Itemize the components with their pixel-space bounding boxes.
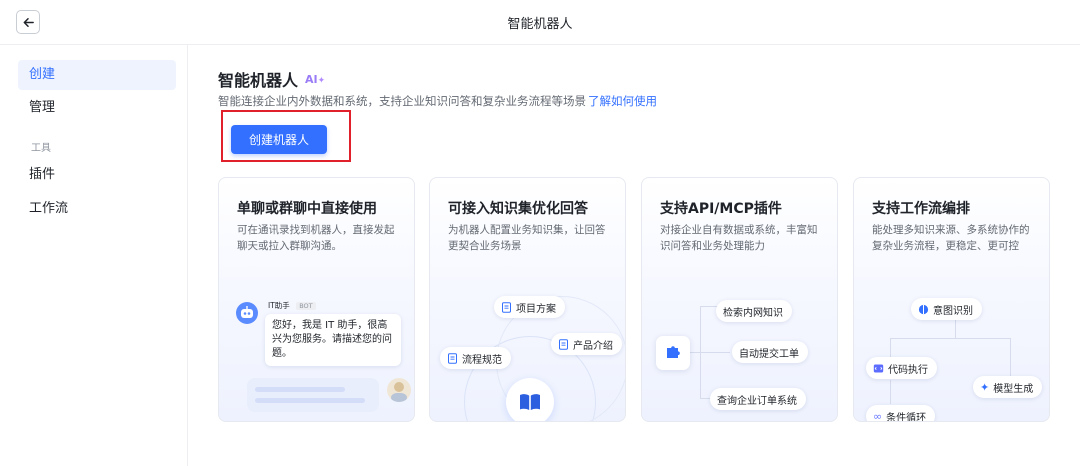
window-title: 智能机器人 [507, 17, 573, 32]
sparkle-icon: ✦ [317, 75, 326, 86]
card-title: 可接入知识集优化回答 [448, 201, 588, 217]
user-avatar [387, 378, 411, 402]
sidebar-section-tools: 工具 [31, 143, 51, 154]
feature-card-knowledge: 可接入知识集优化回答 为机器人配置业务知识集，让回答更契合业务场景 项目方案 产… [429, 177, 626, 422]
puzzle-icon [667, 346, 680, 358]
connector-line [890, 338, 1010, 339]
chip-label: 项目方案 [516, 303, 556, 315]
chip-model-gen: ✦ 模型生成 [973, 376, 1043, 398]
book-icon [520, 394, 540, 410]
knowledge-hub [506, 378, 554, 421]
sidebar-item-plugins[interactable]: 插件 [18, 160, 176, 190]
document-icon [448, 352, 457, 364]
feature-card-plugin: 支持API/MCP插件 对接企业自有数据或系统，丰富知识问答和业务处理能力 检索… [641, 177, 838, 422]
placeholder-bar [255, 387, 345, 392]
page-title-row: 智能机器人 AI✦ [218, 67, 325, 91]
sidebar-item-workflow[interactable]: 工作流 [18, 194, 176, 224]
chip-label: 检索内网知识 [723, 307, 783, 319]
card-title: 单聊或群聊中直接使用 [237, 201, 377, 217]
chip-process-spec: 流程规范 [440, 347, 511, 369]
description-text: 智能连接企业内外数据和系统，支持企业知识问答和复杂业务流程等场景 [218, 94, 586, 108]
chip-label: 代码执行 [888, 364, 928, 376]
learn-how-link[interactable]: 了解如何使用 [588, 94, 657, 108]
feature-card-workflow: 支持工作流编排 能处理多知识来源、多系统协作的复杂业务流程，更稳定、更可控 意图… [853, 177, 1050, 422]
connector-line [690, 352, 730, 353]
chip-project-plan: 项目方案 [494, 296, 565, 318]
connector-line [890, 380, 891, 404]
chip-product-intro: 产品介绍 [551, 333, 622, 355]
code-icon [873, 364, 884, 372]
chip-label: 模型生成 [993, 383, 1034, 395]
card-description: 可在通讯录找到机器人，直接发起聊天或拉入群聊沟通。 [237, 224, 395, 252]
sparkle-icon: ✦ [980, 380, 990, 394]
sidebar: 创建 管理 工具 插件 工作流 [0, 45, 188, 466]
card-description: 对接企业自有数据或系统，丰富知识问答和业务处理能力 [660, 224, 818, 252]
connector-line [955, 318, 956, 338]
chat-input-mock [247, 378, 379, 412]
chip-label: 意图识别 [933, 305, 973, 317]
top-bar: 智能机器人 [0, 0, 1080, 45]
intent-icon [918, 304, 929, 314]
chip-condition-loop: ∞ 条件循环 [866, 405, 936, 422]
chip-label: 流程规范 [462, 354, 502, 366]
main-content: 智能机器人 AI✦ 智能连接企业内外数据和系统，支持企业知识问答和复杂业务流程等… [188, 45, 1080, 466]
sidebar-item-create[interactable]: 创建 [18, 60, 176, 90]
bot-name-text: IT助手 [268, 301, 290, 310]
document-icon [559, 338, 568, 350]
card-title: 支持API/MCP插件 [660, 201, 782, 217]
create-robot-button[interactable]: 创建机器人 [231, 125, 327, 154]
bot-tag: BOT [296, 302, 316, 310]
robot-icon [241, 306, 253, 318]
card-description: 为机器人配置业务知识集，让回答更契合业务场景 [448, 224, 606, 252]
bot-name: IT助手 BOT [268, 300, 316, 311]
placeholder-bar [255, 398, 365, 403]
chip-label: 产品介绍 [573, 340, 613, 352]
chip-label: 条件循环 [886, 412, 927, 422]
bot-message-bubble: 您好，我是 IT 助手，很高兴为您服务。请描述您的问题。 [265, 314, 401, 366]
chip-code-exec: 代码执行 [866, 357, 937, 379]
chip-search-intranet: 检索内网知识 [716, 300, 792, 322]
chip-intent-recognition: 意图识别 [911, 298, 982, 320]
feature-card-chat: 单聊或群聊中直接使用 可在通讯录找到机器人，直接发起聊天或拉入群聊沟通。 IT助… [218, 177, 415, 422]
plugin-hub [656, 336, 690, 370]
chip-auto-ticket: 自动提交工单 [732, 341, 808, 363]
sidebar-item-manage[interactable]: 管理 [18, 93, 176, 123]
user-icon [391, 382, 407, 402]
connector-line [1010, 338, 1011, 376]
page-description: 智能连接企业内外数据和系统，支持企业知识问答和复杂业务流程等场景 了解如何使用 [218, 93, 657, 109]
document-icon [502, 301, 511, 313]
loop-icon: ∞ [873, 409, 883, 422]
page-title: 智能机器人 [218, 71, 299, 90]
ai-badge-text: AI [305, 72, 318, 86]
card-description: 能处理多知识来源、多系统协作的复杂业务流程，更稳定、更可控 [872, 224, 1030, 252]
chip-label: 查询企业订单系统 [717, 395, 797, 407]
bot-avatar [236, 302, 258, 324]
chip-query-orders: 查询企业订单系统 [710, 388, 806, 410]
chip-label: 自动提交工单 [739, 348, 799, 360]
ai-badge: AI✦ [305, 73, 325, 86]
card-title: 支持工作流编排 [872, 201, 970, 217]
